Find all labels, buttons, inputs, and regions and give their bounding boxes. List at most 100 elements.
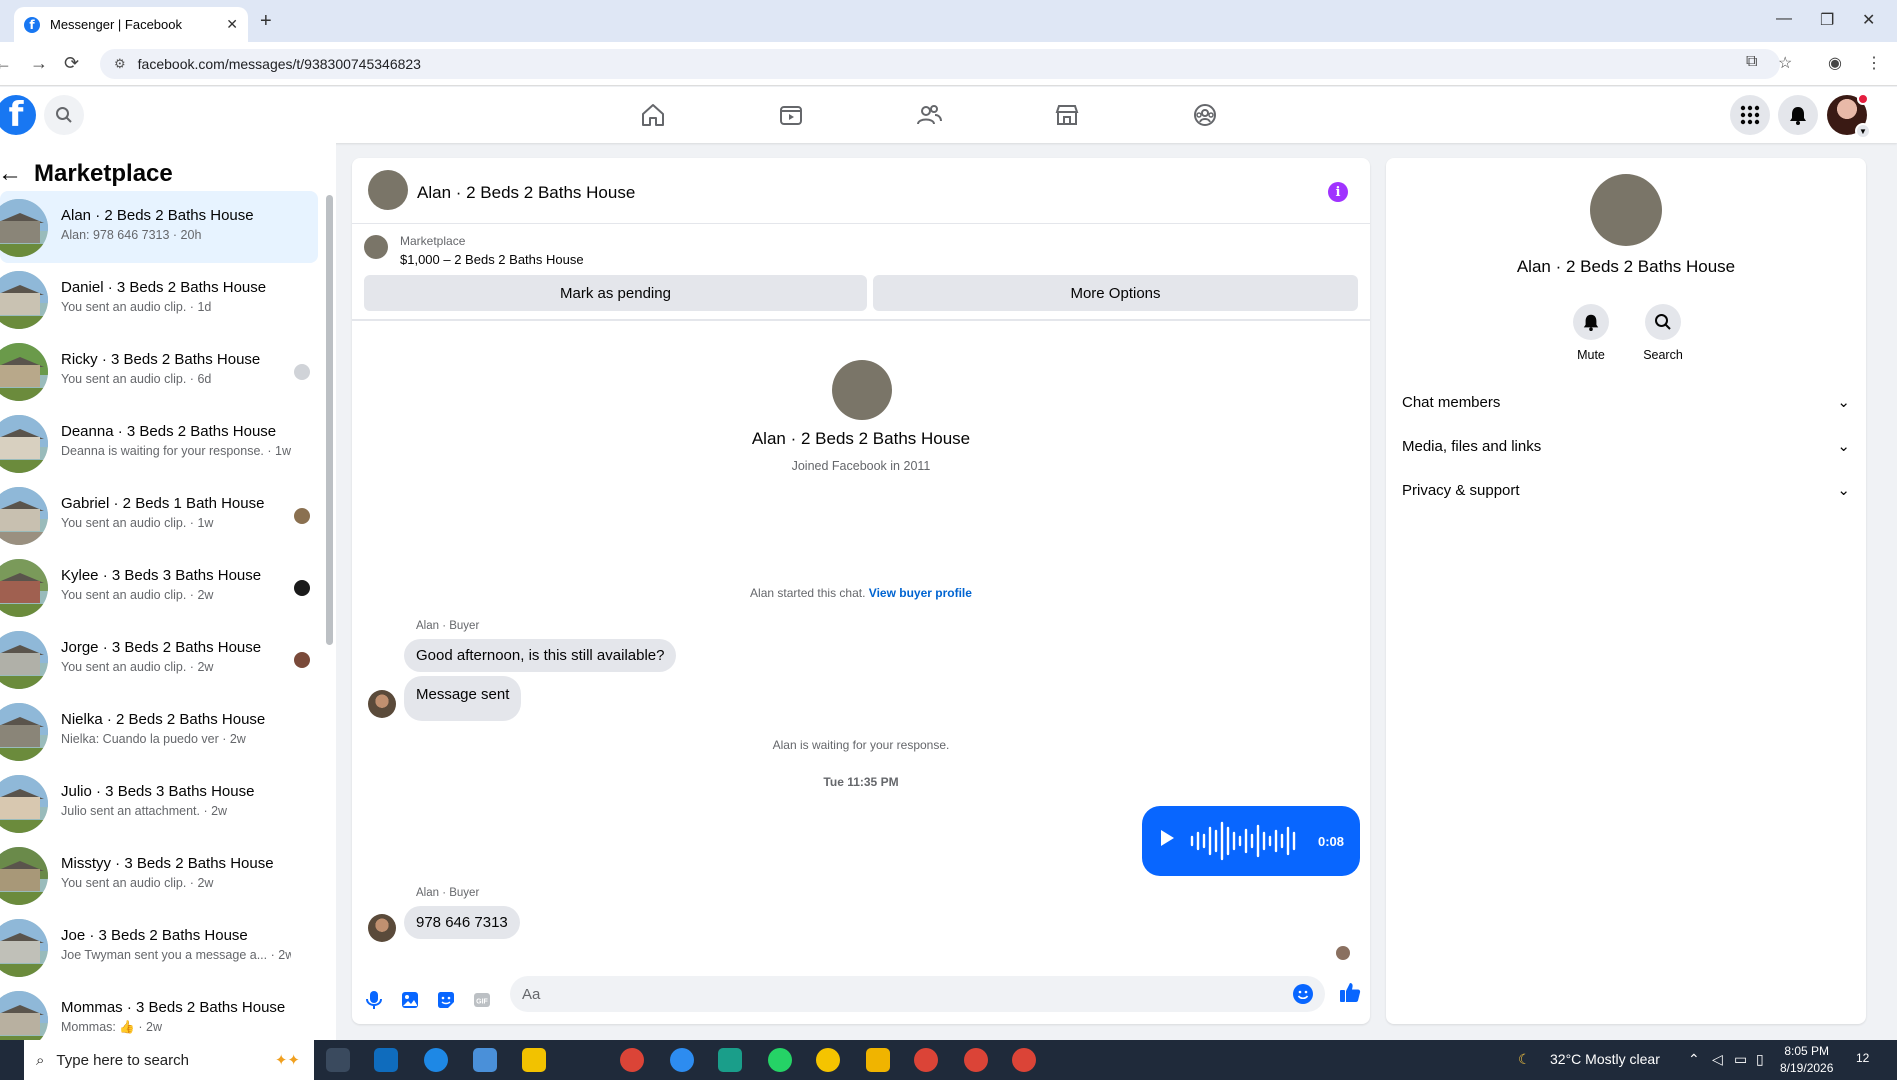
listing-thumbnail — [0, 487, 48, 545]
view-buyer-profile-link[interactable]: View buyer profile — [869, 586, 972, 600]
reload-icon[interactable]: ⟳ — [64, 53, 79, 74]
conversation-preview: You sent an audio clip. · 1w — [61, 516, 214, 530]
bookmark-star-icon[interactable]: ☆ — [1778, 53, 1792, 73]
chat-avatar[interactable] — [368, 170, 408, 210]
chevron-up-icon[interactable]: ⌃ — [1688, 1051, 1700, 1068]
chevron-down-icon: ⌄ — [1837, 482, 1850, 499]
like-icon[interactable] — [1338, 980, 1362, 1004]
chrome-icon[interactable] — [964, 1048, 988, 1072]
app-icon[interactable] — [718, 1048, 742, 1072]
chevron-down-icon: ⌄ — [1837, 438, 1850, 455]
media-files-section[interactable]: Media, files and links ⌄ — [1402, 424, 1850, 468]
microphone-icon[interactable] — [364, 990, 384, 1010]
menu-dots-icon[interactable]: ⋮ — [1866, 53, 1882, 73]
facebook-logo-icon[interactable]: f — [0, 95, 36, 135]
search-icon: ⌕ — [36, 1051, 45, 1069]
close-window-icon[interactable]: ✕ — [1862, 10, 1875, 30]
privacy-support-section[interactable]: Privacy & support ⌄ — [1402, 468, 1850, 512]
listing-thumbnail[interactable] — [364, 235, 388, 259]
conversation-item[interactable]: Gabriel · 2 Beds 1 Bath House You sent an… — [0, 479, 318, 551]
search-label: Search — [1643, 348, 1683, 362]
conversation-item[interactable]: Ricky · 3 Beds 2 Baths House You sent an … — [0, 335, 318, 407]
listing-thumbnail — [0, 775, 48, 833]
nav-video-button[interactable] — [775, 99, 807, 131]
restore-icon[interactable]: ❐ — [1820, 10, 1834, 30]
message-input[interactable]: Aa — [510, 976, 1325, 1012]
taskbar-search[interactable]: ⌕ Type here to search ✦✦ — [24, 1040, 314, 1080]
mark-pending-button[interactable]: Mark as pending — [364, 275, 867, 311]
nav-groups-button[interactable] — [1189, 99, 1221, 131]
more-options-button[interactable]: More Options — [873, 275, 1358, 311]
gif-icon[interactable]: GIF — [472, 990, 492, 1010]
conversation-item[interactable]: Misstyy · 3 Beds 2 Baths House You sent a… — [0, 839, 318, 911]
conversation-item[interactable]: Alan · 2 Beds 2 Baths House Alan: 978 646… — [0, 191, 318, 263]
conversation-preview: You sent an audio clip. · 2w — [61, 660, 214, 674]
battery-icon[interactable]: ▯ — [1756, 1051, 1764, 1068]
chrome-icon[interactable] — [620, 1048, 644, 1072]
taskbar-clock[interactable]: 8:05 PM 8/19/2026 — [1780, 1043, 1833, 1077]
details-avatar[interactable] — [1590, 174, 1662, 246]
app-icon[interactable] — [670, 1048, 694, 1072]
conversation-name: Joe · 3 Beds 2 Baths House — [61, 927, 248, 944]
app-icon[interactable] — [816, 1048, 840, 1072]
whatsapp-icon[interactable] — [768, 1048, 792, 1072]
info-icon[interactable]: i — [1328, 182, 1348, 202]
back-arrow-icon[interactable]: ← — [0, 160, 22, 188]
message-bubble[interactable]: 978 646 7313 — [404, 906, 520, 939]
menu-grid-button[interactable] — [1730, 95, 1770, 135]
sticker-icon[interactable] — [436, 990, 456, 1010]
message-bubble[interactable]: Good afternoon, is this still available? — [404, 639, 677, 672]
search-conversation-button[interactable]: Search — [1628, 304, 1698, 362]
listing-price[interactable]: $1,000 – 2 Beds 2 Baths House — [400, 252, 584, 267]
conversation-item[interactable]: Nielka · 2 Beds 2 Baths House Nielka: Cua… — [0, 695, 318, 767]
chat-title[interactable]: Alan · 2 Beds 2 Baths House — [417, 183, 635, 203]
url-field[interactable]: ⚙ facebook.com/messages/t/93830074534682… — [100, 49, 1780, 79]
profile-icon[interactable]: ◉ — [1828, 53, 1842, 73]
store-icon[interactable] — [473, 1048, 497, 1072]
message-bubble[interactable]: Message sent — [404, 676, 522, 721]
notification-center-badge[interactable]: 12 — [1856, 1051, 1869, 1065]
facebook-search-button[interactable] — [44, 95, 84, 135]
forward-icon[interactable]: → — [30, 53, 48, 74]
minimize-icon[interactable]: — — [1776, 10, 1792, 28]
conversation-item[interactable]: Daniel · 3 Beds 2 Baths House You sent an… — [0, 263, 318, 335]
outlook-icon[interactable] — [374, 1048, 398, 1072]
browser-tab[interactable]: f Messenger | Facebook ✕ — [14, 7, 248, 42]
conversation-item[interactable]: Joe · 3 Beds 2 Baths House Joe Twyman sen… — [0, 911, 318, 983]
network-icon[interactable]: ▭ — [1734, 1051, 1747, 1068]
photo-icon[interactable] — [400, 990, 420, 1010]
file-explorer-icon[interactable] — [866, 1048, 890, 1072]
conversation-item[interactable]: Deanna · 3 Beds 2 Baths House Deanna is w… — [0, 407, 318, 479]
bell-icon — [1790, 107, 1806, 125]
weather-text[interactable]: 32°C Mostly clear — [1550, 1051, 1660, 1067]
seen-avatar — [294, 580, 310, 596]
audio-message[interactable]: 0:08 — [1142, 806, 1360, 876]
section-label: Chat members — [1402, 393, 1501, 411]
account-avatar[interactable]: ▼ — [1827, 93, 1871, 139]
play-icon[interactable] — [1161, 830, 1174, 846]
edge-icon[interactable] — [424, 1048, 448, 1072]
conversation-name: Deanna · 3 Beds 2 Baths House — [61, 423, 277, 440]
nav-marketplace-button[interactable] — [1051, 99, 1083, 131]
notifications-button[interactable] — [1778, 95, 1818, 135]
mute-button[interactable]: Mute — [1556, 304, 1626, 362]
nav-home-button[interactable] — [637, 99, 669, 131]
conversation-item[interactable]: Kylee · 3 Beds 3 Baths House You sent an … — [0, 551, 318, 623]
install-app-icon[interactable]: ⧉ — [1746, 53, 1757, 71]
conversation-preview: Deanna is waiting for your response. · 1… — [61, 444, 291, 458]
task-view-icon[interactable] — [326, 1048, 350, 1072]
emoji-icon[interactable] — [1293, 984, 1313, 1004]
chat-members-section[interactable]: Chat members ⌄ — [1402, 380, 1850, 424]
sidebar-scrollbar[interactable] — [326, 195, 333, 645]
nav-friends-button[interactable] — [913, 99, 945, 131]
back-icon[interactable]: ← — [0, 53, 12, 74]
conversation-item[interactable]: Jorge · 3 Beds 2 Baths House You sent an … — [0, 623, 318, 695]
sticky-notes-icon[interactable] — [522, 1048, 546, 1072]
tab-close-icon[interactable]: ✕ — [226, 16, 238, 33]
site-info-icon[interactable]: ⚙ — [114, 56, 126, 72]
volume-icon[interactable]: ◁ — [1712, 1051, 1723, 1068]
new-tab-icon[interactable]: + — [260, 10, 272, 33]
conversation-item[interactable]: Julio · 3 Beds 3 Baths House Julio sent a… — [0, 767, 318, 839]
chrome-icon[interactable] — [1012, 1048, 1036, 1072]
chrome-icon[interactable] — [914, 1048, 938, 1072]
